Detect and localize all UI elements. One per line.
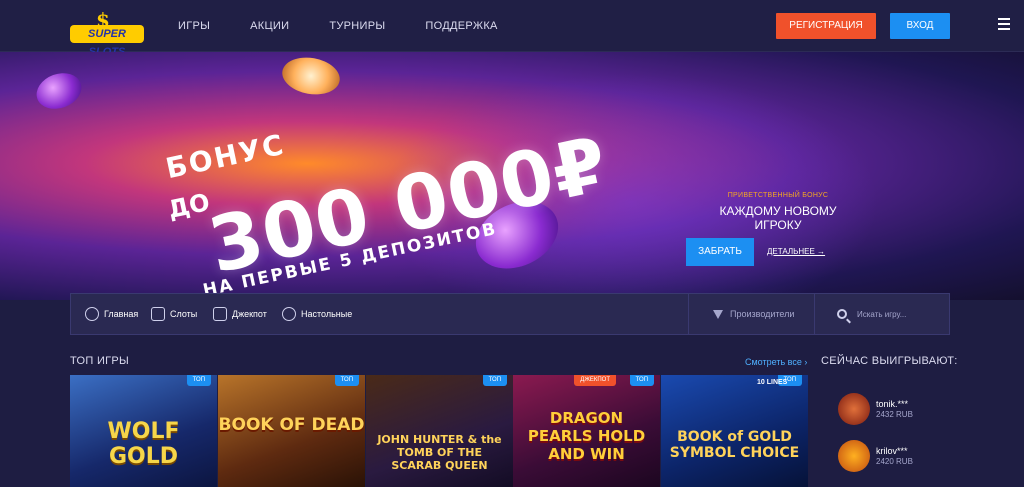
jackpot-icon — [213, 307, 227, 321]
logo-text: SUPER SLOTS — [70, 25, 144, 58]
winner-item[interactable]: krilov*** 2420 RUB — [838, 440, 998, 474]
game-title: JOHN HUNTER & the TOMB OF THE SCARAB QUE… — [377, 433, 502, 472]
filter-icon — [713, 309, 723, 319]
category-slots[interactable]: Слоты — [151, 294, 197, 334]
game-tile-book-of-dead[interactable]: BOOK OF DEAD ТОП — [218, 375, 365, 487]
jackpot-badge: ДЖЕКПОТ — [574, 375, 616, 386]
winner-name: krilov*** — [876, 446, 908, 456]
top-badge: ТОП — [186, 375, 211, 386]
casino-chip-icon — [31, 67, 87, 115]
game-tile-dragon-pearls[interactable]: DRAGON PEARLS HOLD AND WIN ТОП ДЖЕКПОТ — [513, 375, 660, 487]
game-tile-wolf-gold[interactable]: WOLF GOLD ТОП — [70, 375, 217, 487]
top-badge: ТОП — [334, 375, 359, 386]
winner-avatar — [838, 393, 870, 425]
slots-icon — [151, 307, 165, 321]
top-games-title: ТОП ИГРЫ — [70, 355, 130, 367]
winner-amount: 2420 RUB — [876, 457, 913, 466]
game-tile-book-of-gold[interactable]: BOOK of GOLD SYMBOL CHOICE ТОП 10 LINES — [661, 375, 808, 487]
providers-label: Производители — [730, 309, 795, 319]
login-button[interactable]: ВХОД — [890, 13, 950, 39]
promo-kicker: ПРИВЕТСТВЕННЫЙ БОНУС — [727, 192, 829, 199]
see-all-link[interactable]: Смотреть все › — [745, 357, 807, 367]
top-badge: ТОП — [629, 375, 654, 386]
logo[interactable]: $ SUPER SLOTS — [70, 8, 144, 58]
category-label: Настольные — [301, 309, 353, 319]
game-title: BOOK of GOLD SYMBOL CHOICE — [669, 429, 800, 461]
game-tile-john-hunter[interactable]: JOHN HUNTER & the TOMB OF THE SCARAB QUE… — [366, 375, 513, 487]
register-button[interactable]: РЕГИСТРАЦИЯ — [776, 13, 876, 39]
game-title: DRAGON PEARLS HOLD AND WIN — [527, 409, 646, 463]
nav-support[interactable]: ПОДДЕРЖКА — [425, 0, 497, 52]
table-games-icon — [282, 307, 296, 321]
category-bar: Главная Слоты Джекпот Настольные Произво… — [70, 293, 950, 335]
winner-name: tonik.*** — [876, 399, 909, 409]
winner-amount: 2432 RUB — [876, 410, 913, 419]
search-input[interactable]: Искать игру... — [814, 294, 950, 334]
bonus-line1: БОНУС — [162, 127, 288, 186]
hamburger-menu-icon[interactable] — [998, 18, 1010, 32]
nav-promotions[interactable]: АКЦИИ — [250, 0, 289, 52]
promo-headline: КАЖДОМУ НОВОМУ ИГРОКУ — [719, 204, 837, 232]
home-icon — [85, 307, 99, 321]
top-badge: ТОП — [482, 375, 507, 386]
search-icon — [837, 309, 847, 319]
claim-bonus-button[interactable]: ЗАБРАТЬ — [686, 238, 754, 266]
promo-banner: БОНУС ДО 300 000₽ НА ПЕРВЫЕ 5 ДЕПОЗИТОВ … — [0, 52, 1024, 300]
category-home[interactable]: Главная — [85, 294, 138, 334]
category-jackpot[interactable]: Джекпот — [213, 294, 267, 334]
main-nav: ИГРЫ АКЦИИ ТУРНИРЫ ПОДДЕРЖКА — [178, 0, 538, 52]
lines-label: 10 LINES — [757, 379, 788, 386]
nav-games[interactable]: ИГРЫ — [178, 0, 210, 52]
header: $ SUPER SLOTS ИГРЫ АКЦИИ ТУРНИРЫ ПОДДЕРЖ… — [0, 0, 1024, 58]
game-title: WOLF GOLD — [107, 419, 180, 469]
game-title: BOOK OF DEAD — [218, 415, 365, 435]
casino-chip-icon — [279, 53, 343, 99]
search-placeholder: Искать игру... — [857, 309, 907, 319]
category-label: Слоты — [170, 309, 198, 319]
category-label: Главная — [104, 309, 139, 319]
providers-filter[interactable]: Производители — [688, 294, 814, 334]
winners-title: СЕЙЧАС ВЫИГРЫВАЮТ: — [821, 355, 958, 367]
winner-avatar — [838, 440, 870, 472]
category-label: Джекпот — [232, 309, 267, 319]
category-table[interactable]: Настольные — [282, 294, 352, 334]
winner-item[interactable]: tonik.*** 2432 RUB — [838, 393, 998, 427]
details-link[interactable]: ДЕТАЛЬНЕЕ → — [767, 247, 825, 256]
nav-tournaments[interactable]: ТУРНИРЫ — [329, 0, 385, 52]
